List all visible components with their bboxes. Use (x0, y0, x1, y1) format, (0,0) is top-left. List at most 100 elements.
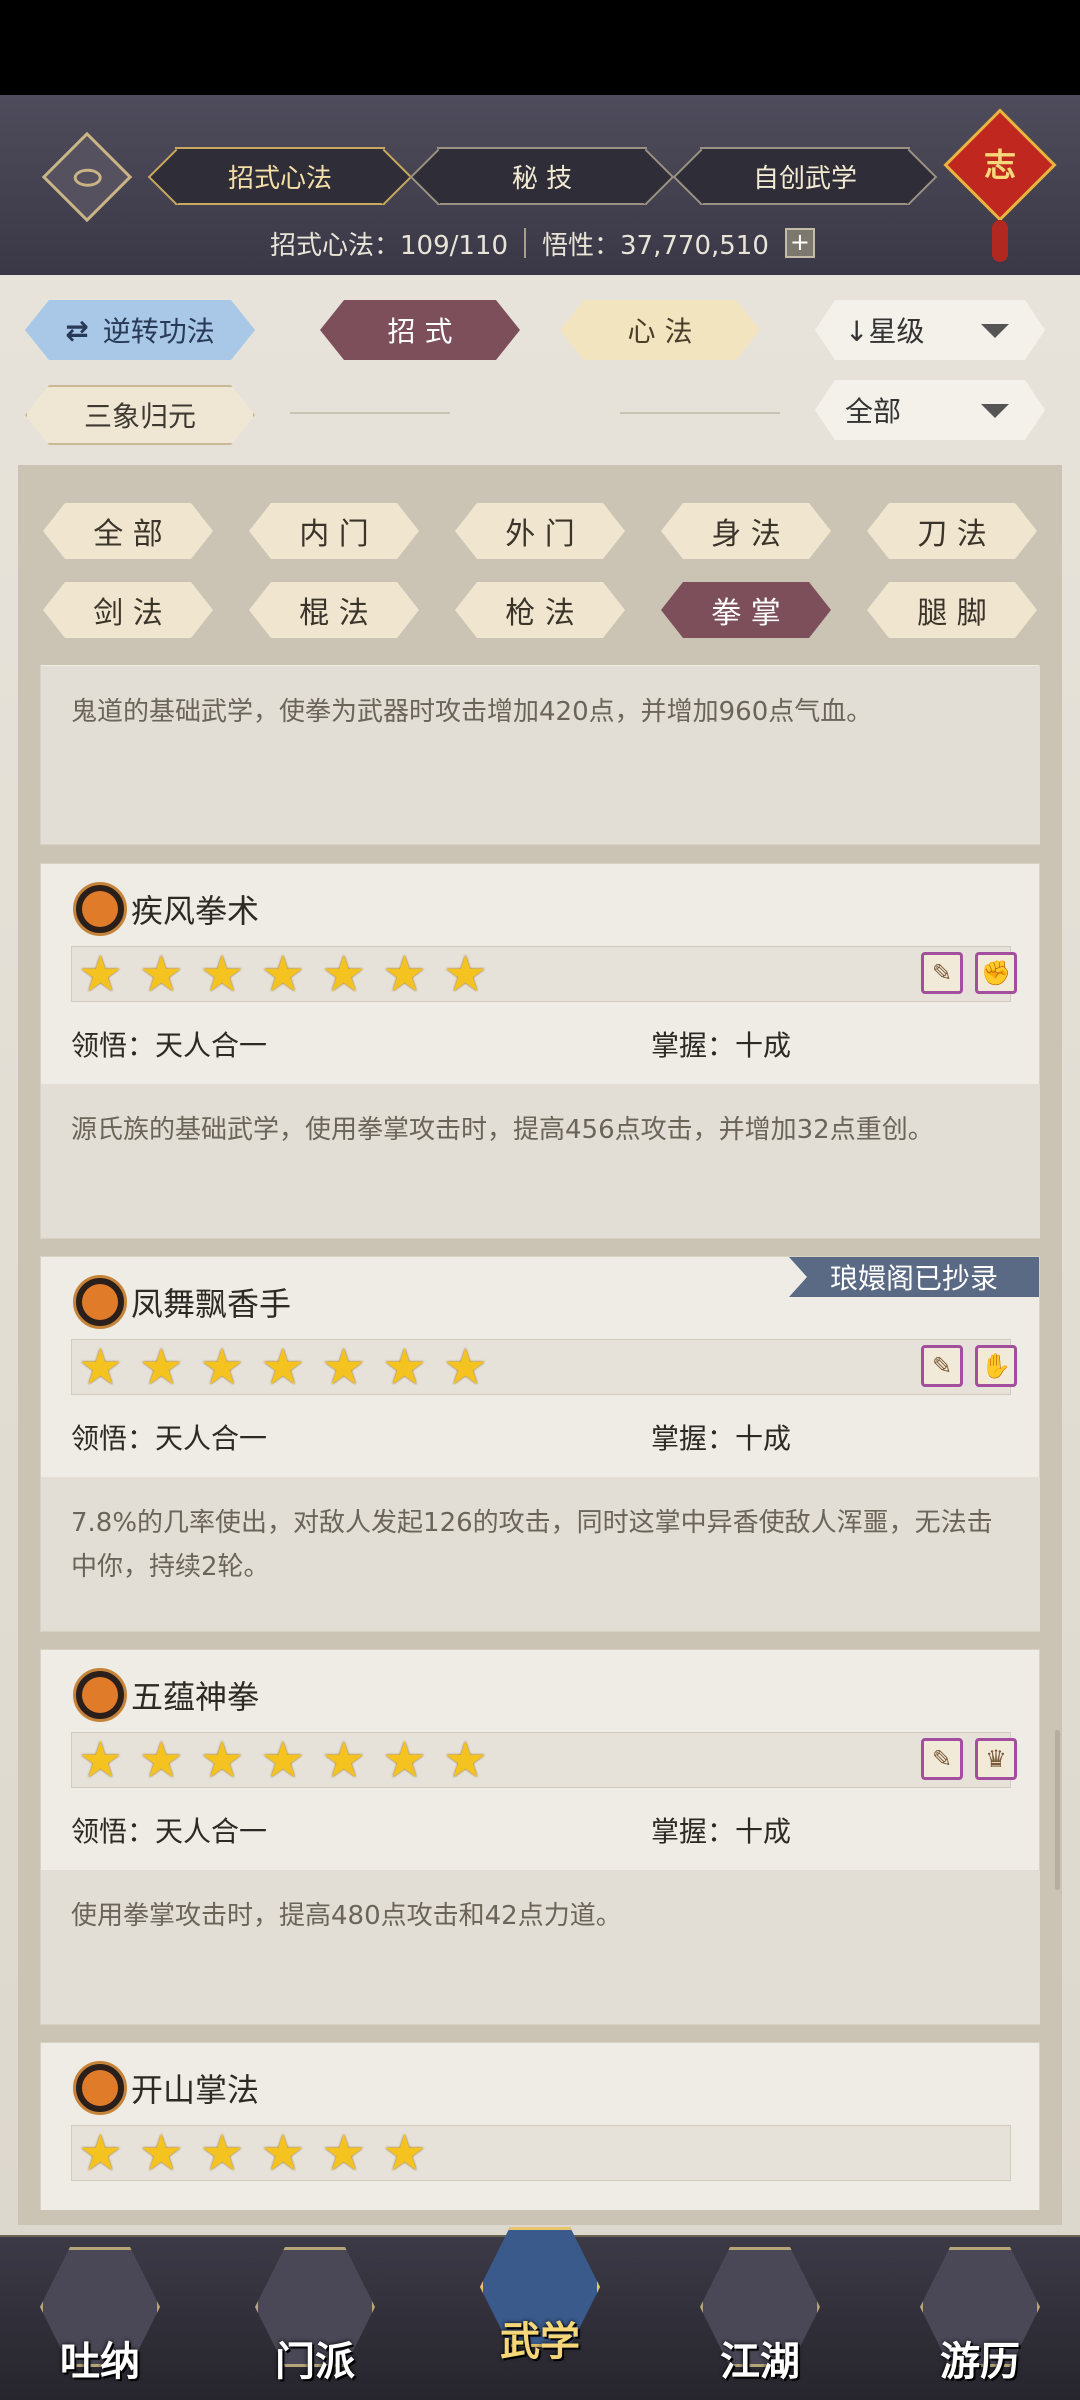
star-icon: ★ (138, 945, 184, 1003)
tab-label: 招式心法 (227, 163, 332, 194)
skill-name: 开山掌法 (131, 2071, 260, 2109)
skill-description: 源氏族的基础武学，使用拳掌攻击时，提高456点攻击，并增加32点重创。 (41, 1084, 1040, 1238)
skill-description: 使用拳掌攻击时，提高480点攻击和42点力道。 (41, 1870, 1040, 2024)
sort-dropdown[interactable]: ↓星级 (815, 300, 1045, 360)
star-icon: ★ (199, 1338, 245, 1396)
collected-ribbon: 琅嬛阁已抄录 (789, 1257, 1039, 1297)
swap-icon: ⇄ (65, 313, 89, 347)
star-rating: ★ ★ ★ ★ ★ ★ (71, 2125, 1011, 2181)
nav-sect[interactable]: 门派 (245, 2247, 385, 2387)
button-label: 三象归元 (83, 400, 196, 433)
category-blade[interactable]: 刀 法 (867, 503, 1037, 559)
comprehension-text: 领悟：天人合一 (71, 1029, 268, 1062)
star-icon: ★ (260, 1731, 306, 1789)
nav-breathing[interactable]: 吐纳 (30, 2247, 170, 2387)
mastery-text: 掌握：十成 (651, 1815, 792, 1848)
star-icon: ★ (321, 2124, 367, 2182)
category-spear[interactable]: 枪 法 (455, 582, 625, 638)
chip-label: 刀 法 (917, 517, 987, 552)
star-icon: ★ (199, 2124, 245, 2182)
skill-count: 招式心法：109/110 (270, 230, 509, 261)
nav-martial-arts[interactable]: 武学 (470, 2227, 610, 2367)
dropdown-value: 全部 (845, 395, 902, 428)
skill-list[interactable]: 鬼道的基础武学，使拳为武器时攻击增加420点，并增加960点气血。 疾风拳术 ★… (40, 665, 1040, 2210)
tab-label: 秘 技 (511, 163, 573, 194)
chip-label: 内 门 (299, 517, 369, 552)
dropdown-value: ↓星级 (845, 315, 925, 348)
chevron-down-icon (981, 324, 1009, 338)
nav-label: 吐纳 (60, 2338, 140, 2385)
category-all[interactable]: 全 部 (43, 503, 213, 559)
divider (524, 228, 527, 258)
category-fist[interactable]: 拳 掌 (661, 582, 831, 638)
description-text: 使用拳掌攻击时，提高480点攻击和42点力道。 (71, 1901, 622, 1931)
reverse-skill-button[interactable]: ⇄ 逆转功法 (25, 300, 255, 360)
star-icon: ★ (138, 2124, 184, 2182)
nav-travel[interactable]: 游历 (910, 2247, 1050, 2387)
star-icon: ★ (442, 945, 488, 1003)
comprehension-text: 领悟：天人合一 (71, 1815, 268, 1848)
nav-label: 游历 (940, 2338, 1020, 2385)
category-leg[interactable]: 腿 脚 (867, 582, 1037, 638)
nav-label: 门派 (275, 2338, 355, 2385)
category-inner[interactable]: 内 门 (249, 503, 419, 559)
nav-label: 江湖 (720, 2338, 800, 2385)
tab-mind-methods[interactable]: 心 法 (560, 300, 760, 360)
decorative-line (620, 412, 780, 414)
chip-label: 剑 法 (93, 596, 163, 631)
skill-card[interactable]: 鬼道的基础武学，使拳为武器时攻击增加420点，并增加960点气血。 (40, 665, 1040, 845)
scrollbar[interactable] (1055, 1730, 1060, 1890)
skill-card[interactable]: 琅嬛阁已抄录 凤舞飘香手 ★ ★ ★ ★ ★ ★ ★ ✎ ✋ 领悟：天人合一 掌… (40, 1256, 1040, 1632)
skill-info: 领悟：天人合一 掌握：十成 (71, 1024, 1011, 1064)
button-label: 逆转功法 (102, 315, 215, 348)
star-icon: ★ (78, 2124, 123, 2182)
tab-self-created[interactable]: 自创武学 (700, 147, 910, 205)
skill-name: 凤舞飘香手 (131, 1285, 292, 1323)
star-icon: ★ (382, 945, 427, 1003)
skill-description: 7.8%的几率使出，对敌人发起126的攻击，同时这掌中异香使敌人浑噩，无法击中你… (41, 1477, 1040, 1631)
skill-info: 领悟：天人合一 掌握：十成 (71, 1417, 1011, 1457)
mastery-text: 掌握：十成 (651, 1422, 792, 1455)
skill-card[interactable]: 五蕴神拳 ★ ★ ★ ★ ★ ★ ★ ✎ ♛ 领悟：天人合一 掌握：十成 使用拳… (40, 1649, 1040, 2025)
skill-card[interactable]: 开山掌法 ★ ★ ★ ★ ★ ★ (40, 2042, 1040, 2210)
category-outer[interactable]: 外 门 (455, 503, 625, 559)
description-text: 鬼道的基础武学，使拳为武器时攻击增加420点，并增加960点气血。 (71, 697, 873, 727)
tab-label: 自创武学 (752, 163, 857, 194)
skill-card[interactable]: 疾风拳术 ★ ★ ★ ★ ★ ★ ★ ✎ ✊ 领悟：天人合一 掌握：十成 源氏族… (40, 863, 1040, 1239)
star-icon: ★ (321, 1338, 367, 1396)
star-icon: ★ (321, 1731, 367, 1789)
tab-skills-methods[interactable]: 招式心法 (175, 147, 385, 205)
chip-label: 腿 脚 (917, 596, 987, 631)
category-staff[interactable]: 棍 法 (249, 582, 419, 638)
crown-icon: ♛ (975, 1738, 1017, 1780)
star-icon: ★ (382, 1731, 427, 1789)
chip-label: 身 法 (711, 517, 781, 552)
skill-name: 疾风拳术 (131, 892, 260, 930)
status-bar (0, 0, 1080, 95)
scroll-icon: ✎ (921, 1738, 963, 1780)
badge-icons: ✎ ✊ (921, 952, 1017, 994)
top-header: 招式心法 秘 技 自创武学 志 招式心法：109/110 悟性：37,770,5… (0, 95, 1080, 275)
filter-dropdown[interactable]: 全部 (815, 380, 1045, 440)
fist-skill-icon (73, 2061, 127, 2115)
category-sword[interactable]: 剑 法 (43, 582, 213, 638)
description-text: 源氏族的基础武学，使用拳掌攻击时，提高456点攻击，并增加32点重创。 (71, 1115, 934, 1145)
palm-icon: ✋ (975, 1345, 1017, 1387)
add-insight-button[interactable]: + (784, 228, 815, 258)
star-icon: ★ (321, 945, 367, 1003)
star-icon: ★ (199, 1731, 245, 1789)
tab-secret-skills[interactable]: 秘 技 (437, 147, 647, 205)
tab-moves[interactable]: 招 式 (320, 300, 520, 360)
badge-icons: ✎ ✋ (921, 1345, 1017, 1387)
reset-button[interactable]: 三象归元 (25, 385, 255, 445)
view-toggle-button[interactable] (41, 131, 133, 223)
scroll-icon: ✎ (921, 1345, 963, 1387)
star-icon: ★ (442, 1338, 488, 1396)
category-movement[interactable]: 身 法 (661, 503, 831, 559)
scroll-icon: ✎ (921, 952, 963, 994)
tab-label: 招 式 (387, 315, 453, 348)
star-icon: ★ (260, 1338, 306, 1396)
skill-description: 鬼道的基础武学，使拳为武器时攻击增加420点，并增加960点气血。 (41, 666, 1040, 844)
nav-jianghu[interactable]: 江湖 (690, 2247, 830, 2387)
star-rating: ★ ★ ★ ★ ★ ★ ★ (71, 1339, 1011, 1395)
